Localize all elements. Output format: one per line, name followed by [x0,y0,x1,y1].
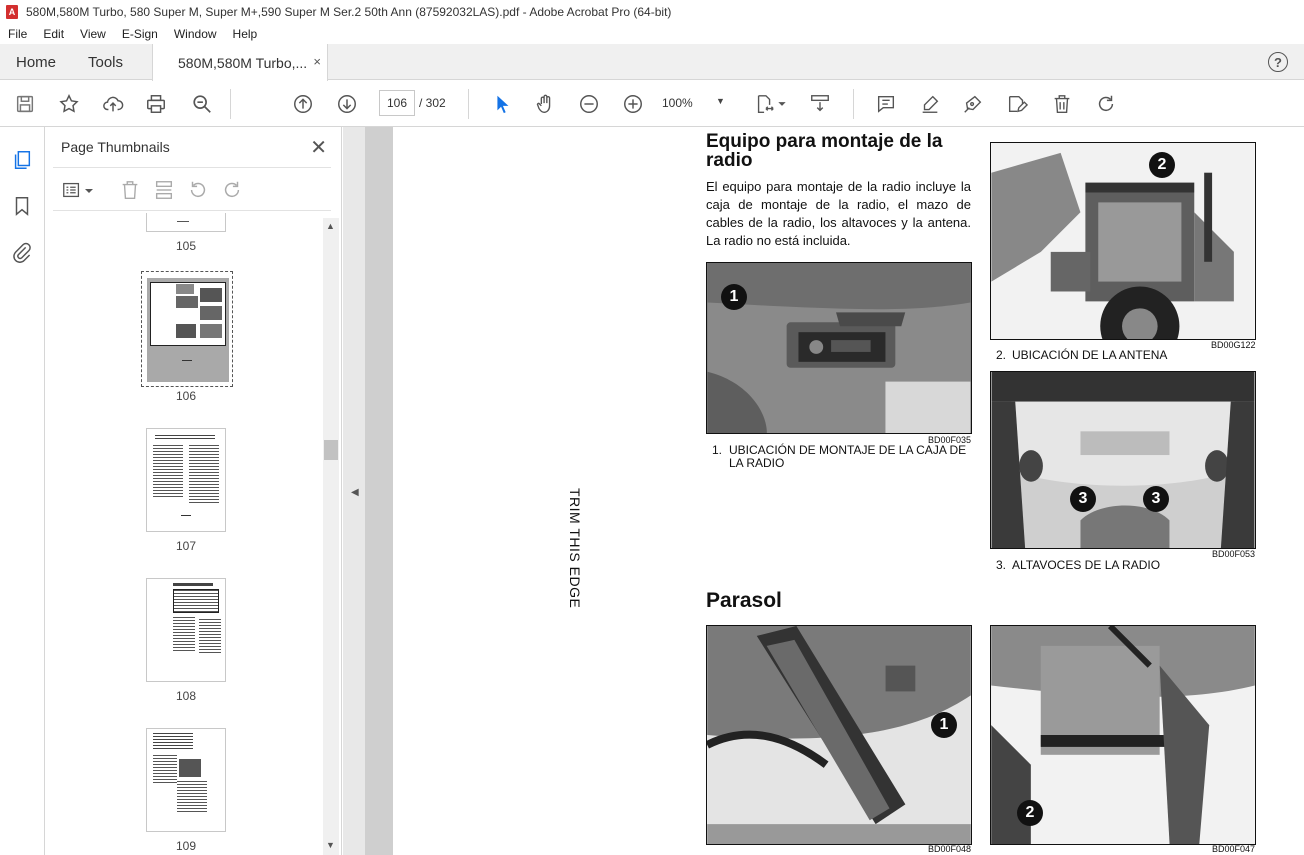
figure-code: BD00F047 [1212,844,1256,854]
page-thumbnail[interactable] [146,728,226,832]
page-thumbnail[interactable] [146,213,226,232]
zoom-level[interactable]: 100% [662,96,693,110]
menu-esign[interactable]: E-Sign [114,27,166,41]
thumbnail-page-number: 105 [175,239,197,253]
attachment-icon[interactable] [11,241,33,263]
page-thumbnail-selected[interactable] [141,271,233,387]
toolbar-separator [230,89,231,119]
figure-photo [706,262,972,434]
highlight-icon[interactable] [918,92,942,116]
delete-icon[interactable] [1050,92,1074,116]
thumbnail-page-number: 107 [175,539,197,553]
page-thumbnail[interactable] [146,428,226,532]
page-thumbnail[interactable] [146,578,226,682]
menu-help[interactable]: Help [225,27,266,41]
select-arrow-icon[interactable] [490,92,514,116]
section-title: Equipo para montaje de la radio [706,131,943,171]
zoom-dropdown-icon[interactable]: ▼ [716,96,725,106]
chevron-left-icon[interactable]: ◀ [351,487,359,498]
tab-tools[interactable]: Tools [88,44,123,80]
comment-icon[interactable] [874,92,898,116]
print-icon[interactable] [144,92,168,116]
toolbar-separator [468,89,469,119]
callout-number: 3 [1070,486,1096,512]
extract-page-icon[interactable] [153,179,175,201]
callout-number: 2 [1017,800,1043,826]
thumbnails-panel: Page Thumbnails ✕ 105 106 107 108 109 [45,127,342,855]
figure-photo [990,142,1256,340]
thumbnail-page-number: 109 [175,839,197,853]
scroll-up-icon[interactable]: ▲ [326,221,335,231]
caption-number: 3. [996,558,1007,572]
figure-code: BD00F048 [928,844,972,854]
tab-bar: Home Tools 580M,580M Turbo,... × ? [0,44,1304,81]
figure-code: BD00F053 [1212,549,1256,559]
scroll-mode-icon[interactable] [808,92,832,116]
fit-dropdown-icon[interactable] [776,92,788,116]
rotate-left-icon[interactable] [187,179,209,201]
upload-icon[interactable] [101,92,125,116]
page-thumbnails-icon[interactable] [11,149,33,171]
panel-title: Page Thumbnails [61,139,170,155]
menu-window[interactable]: Window [166,27,225,41]
thumbnail-toolbar [53,167,331,211]
zoom-search-icon[interactable] [190,92,214,116]
close-icon[interactable]: × [313,54,321,69]
tab-document-label: 580M,580M Turbo,... [178,54,308,71]
figure-caption: ALTAVOCES DE LA RADIO [1012,558,1161,572]
figure-caption: UBICACIÓN DE MONTAJE DE LA CAJA DE LA RA… [729,443,967,470]
figure-photo [706,625,972,845]
left-rail [0,127,45,855]
callout-number: 2 [1149,152,1175,178]
toolbar: 106 / 302 100% ▼ [0,81,1304,127]
close-icon[interactable]: ✕ [310,135,327,160]
trim-edge-label: TRIM THIS EDGE [567,488,583,609]
help-icon[interactable]: ? [1268,52,1288,72]
toolbar-separator [853,89,854,119]
chevron-down-icon[interactable] [83,179,95,201]
thumbnail-page-number: 108 [175,689,197,703]
page-total: / 302 [419,96,446,110]
title-bar: A 580M,580M Turbo, 580 Super M, Super M+… [0,0,1304,24]
fit-page-icon[interactable] [753,92,777,116]
hand-icon[interactable] [533,92,557,116]
menu-edit[interactable]: Edit [35,27,72,41]
caption-number: 2. [996,348,1007,362]
acrobat-icon: A [6,5,18,19]
section-body: El equipo para montaje de la radio inclu… [706,179,971,248]
menu-file[interactable]: File [0,27,35,41]
callout-number: 1 [721,284,747,310]
page-number-input[interactable]: 106 [379,90,415,116]
panel-collapse-handle[interactable]: ◀ [343,127,365,855]
menu-view[interactable]: View [72,27,114,41]
page-up-icon[interactable] [291,92,315,116]
caption-number: 1. [712,443,723,457]
figure-caption: UBICACIÓN DE LA ANTENA [1012,348,1168,362]
rotate-right-icon[interactable] [221,179,243,201]
tab-document[interactable]: 580M,580M Turbo,... × [152,44,328,81]
tab-home[interactable]: Home [16,44,56,80]
save-icon[interactable] [13,92,37,116]
callout-number: 1 [931,712,957,738]
window-title: 580M,580M Turbo, 580 Super M, Super M+,5… [26,5,672,19]
bookmark-icon[interactable] [11,195,33,217]
thumbnail-scrollbar[interactable]: ▲ ▼ [323,218,339,855]
callout-number: 3 [1143,486,1169,512]
zoom-out-icon[interactable] [577,92,601,116]
scrollbar-thumb[interactable] [324,440,338,460]
sign-icon[interactable] [961,92,985,116]
star-icon[interactable] [57,92,81,116]
options-menu-icon[interactable] [61,179,83,201]
redo-icon[interactable] [1094,92,1118,116]
delete-page-icon[interactable] [119,179,141,201]
fill-sign-icon[interactable] [1005,92,1029,116]
zoom-in-icon[interactable] [621,92,645,116]
section-title: Parasol [706,589,782,612]
thumbnail-list: 105 106 107 108 109 [45,213,323,855]
scroll-down-icon[interactable]: ▼ [326,840,335,850]
thumbnail-page-number: 106 [175,389,197,403]
page-down-icon[interactable] [335,92,359,116]
menu-bar: File Edit View E-Sign Window Help [0,24,1304,44]
figure-photo [990,371,1256,549]
